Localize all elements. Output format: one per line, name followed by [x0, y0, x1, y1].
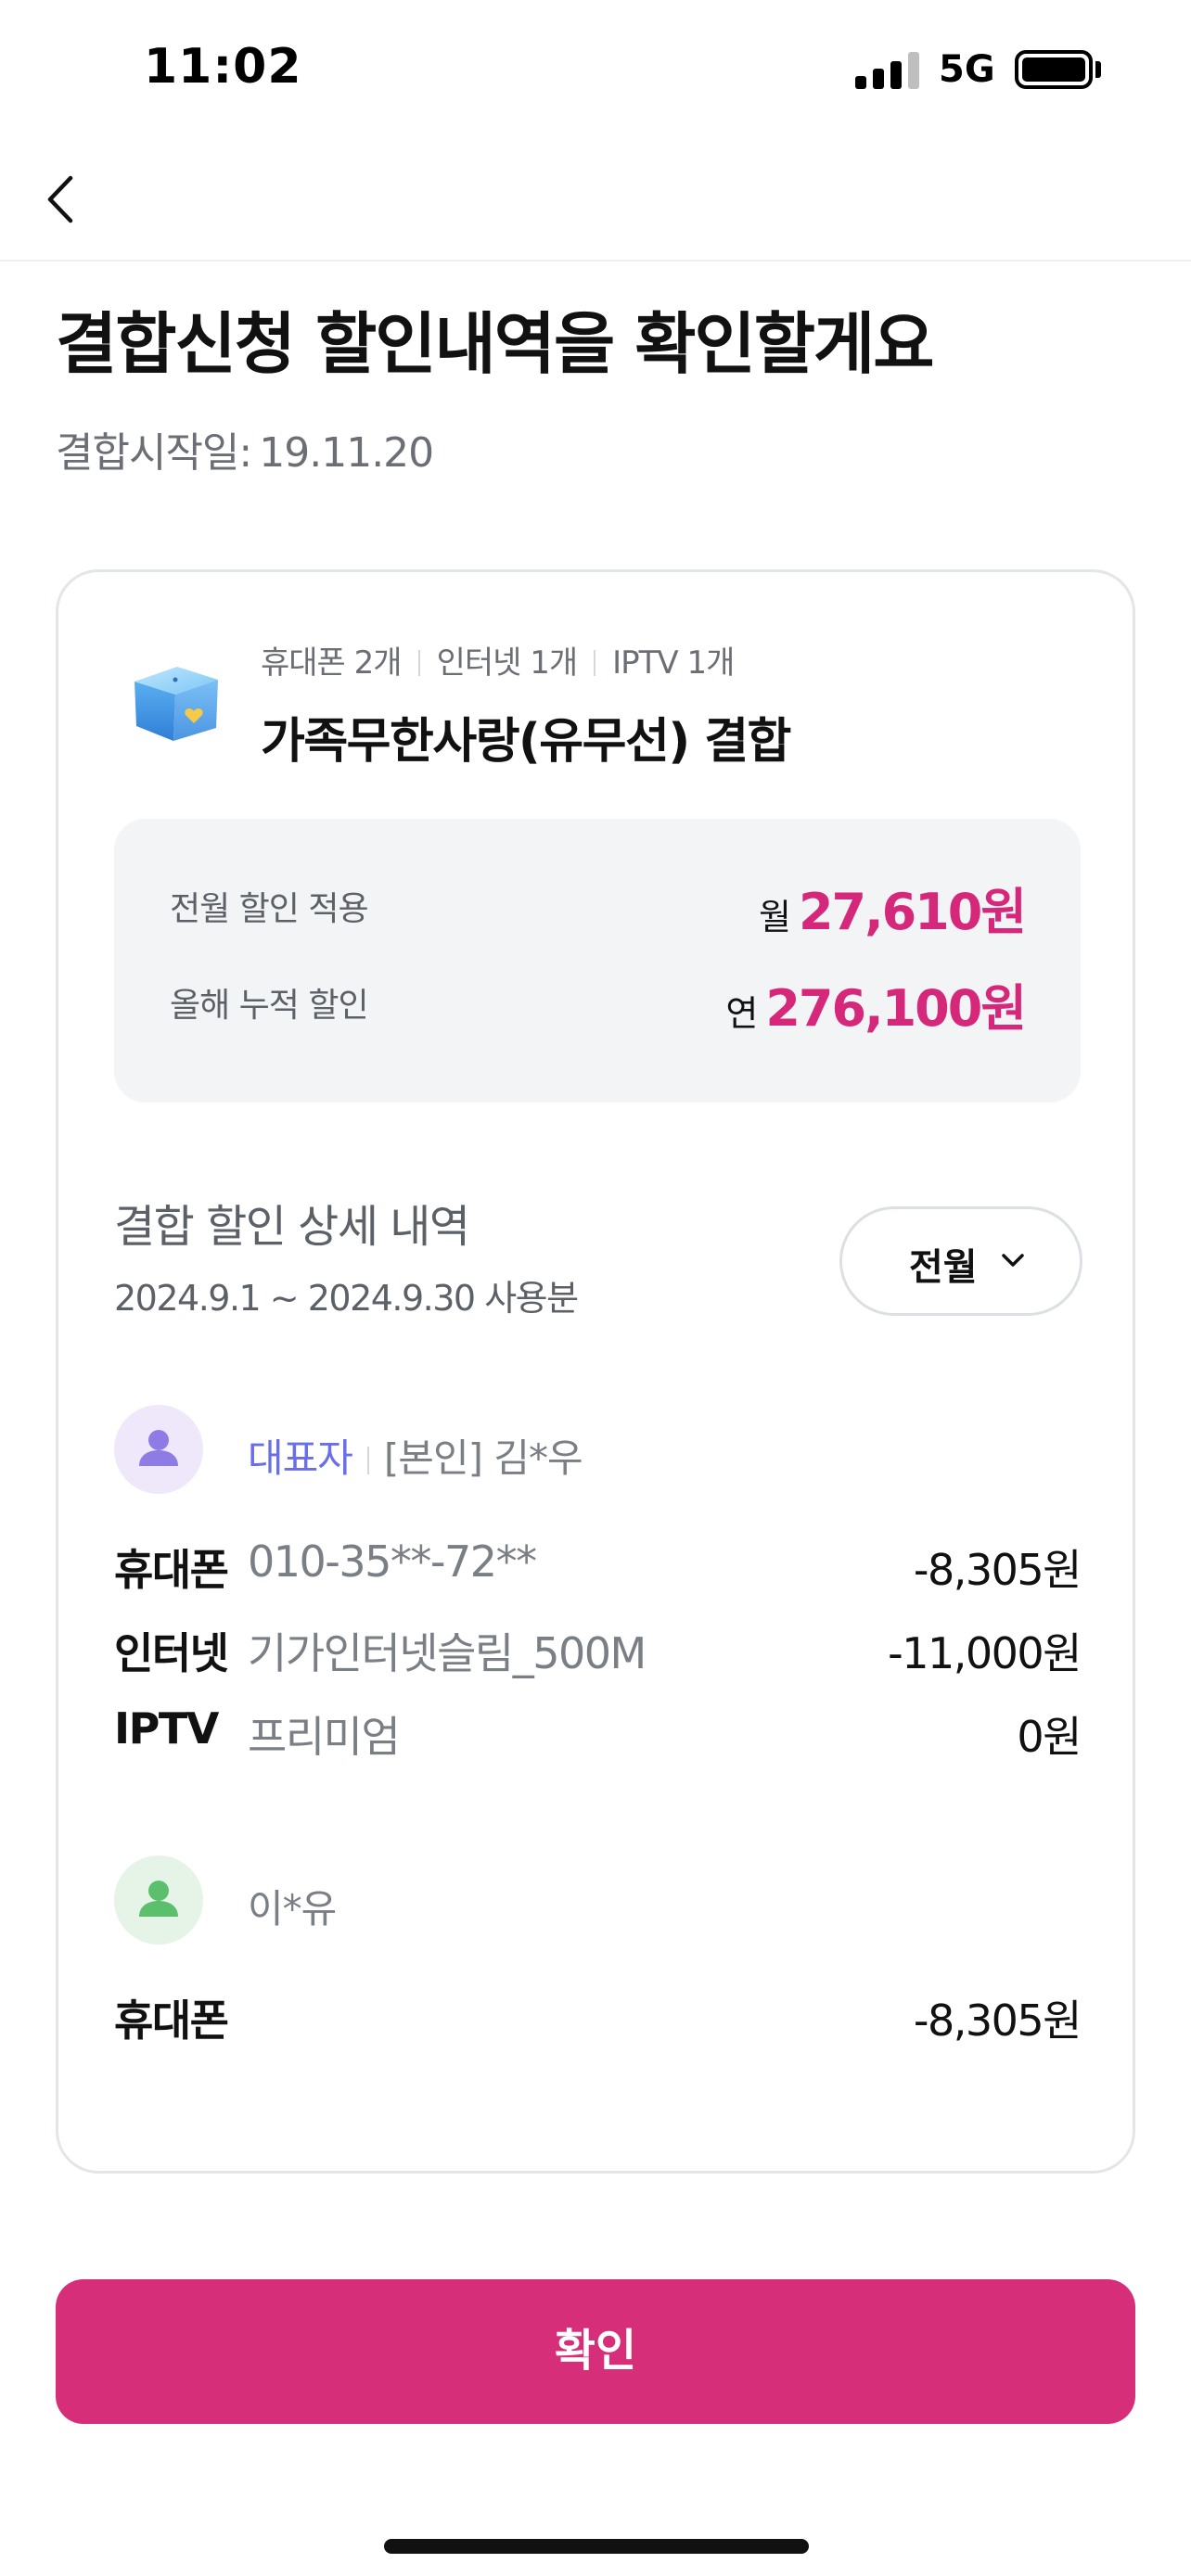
- detail-title: 결합 할인 상세 내역: [114, 1201, 470, 1253]
- summary-amount: 연 276,100원: [725, 967, 1027, 1040]
- person-icon: [139, 1881, 178, 1917]
- person-icon: [139, 1430, 178, 1466]
- bundle-tags: 휴대폰 2개 인터넷 1개 IPTV 1개: [261, 637, 735, 682]
- service-line: 인터넷 기가인터넷슬림_500M -11,000원: [114, 1611, 1082, 1678]
- avatar: [114, 1855, 203, 1945]
- service-desc: 프리미엄: [248, 1712, 401, 1762]
- gift-box-icon: [127, 654, 224, 750]
- service-line: IPTV 프리미엄 0원: [114, 1694, 1082, 1762]
- member-relation: [본인]: [383, 1435, 483, 1481]
- discount-summary: 전월 할인 적용 월 27,610원 올해 누적 할인 연 276,100원: [114, 819, 1081, 1103]
- start-date-label: 결합시작일:: [56, 429, 252, 477]
- avatar: [114, 1405, 203, 1494]
- chevron-down-icon: [1002, 1254, 1024, 1267]
- member-name: 김*우: [493, 1435, 583, 1481]
- page-title: 결합신청 할인내역을 확인할게요: [56, 305, 934, 383]
- confirm-button[interactable]: 확인: [56, 2279, 1135, 2424]
- service-desc: 010-35**-72**: [248, 1537, 537, 1587]
- service-line: 휴대폰 -8,305원: [114, 1978, 1082, 2046]
- summary-row-yearly: 올해 누적 할인 연 276,100원: [170, 967, 1027, 1038]
- summary-value: 27,610원: [798, 883, 1027, 941]
- bundle-card: 휴대폰 2개 인터넷 1개 IPTV 1개 가족무한사랑(유무선) 결합 전월 할인…: [56, 569, 1135, 2174]
- tag-internet: 인터넷 1개: [436, 644, 579, 682]
- summary-value: 276,100원: [765, 979, 1027, 1038]
- nav-bar: [0, 139, 1191, 261]
- summary-amount: 월 27,610원: [758, 871, 1027, 944]
- service-desc: 기가인터넷슬림_500M: [248, 1628, 647, 1678]
- battery-tip: [1095, 61, 1101, 78]
- service-discount: -11,000원: [888, 1628, 1082, 1678]
- start-date-value: 19.11.20: [259, 429, 434, 477]
- member-header: 이*유: [248, 1878, 337, 1934]
- summary-label: 전월 할인 적용: [170, 890, 369, 928]
- member-header: 대표자 [본인] 김*우: [248, 1427, 583, 1484]
- battery-icon: [1015, 50, 1093, 89]
- service-discount: -8,305원: [913, 1996, 1082, 2046]
- month-select-label: 전월: [909, 1246, 978, 1289]
- summary-label: 올해 누적 할인: [170, 987, 369, 1025]
- service-type: IPTV: [114, 1703, 219, 1753]
- service-discount: 0원: [1017, 1712, 1082, 1762]
- tag-iptv: IPTV 1개: [612, 644, 735, 682]
- chevron-left-icon[interactable]: [37, 167, 93, 232]
- bundle-name: 가족무한사랑(유무선) 결합: [261, 714, 791, 770]
- member-name: 이*유: [248, 1886, 337, 1932]
- status-time: 11:02: [144, 39, 302, 95]
- summary-unit: 연: [725, 993, 759, 1034]
- member-role: 대표자: [248, 1435, 353, 1481]
- summary-row-monthly: 전월 할인 적용 월 27,610원: [170, 871, 1027, 941]
- network-type: 5G: [939, 48, 995, 91]
- signal-icon: [855, 52, 920, 89]
- tag-phone: 휴대폰 2개: [261, 644, 403, 682]
- service-type: 휴대폰: [114, 1996, 229, 2046]
- service-type: 인터넷: [114, 1628, 229, 1678]
- confirm-label: 확인: [554, 2327, 637, 2376]
- start-date: 결합시작일: 19.11.20: [56, 419, 434, 478]
- service-discount: -8,305원: [913, 1545, 1082, 1595]
- service-type: 휴대폰: [114, 1545, 229, 1595]
- service-line: 휴대폰 010-35**-72** -8,305원: [114, 1527, 1082, 1595]
- status-bar: 11:02 5G: [0, 0, 1191, 139]
- usage-period: 2024.9.1 ~ 2024.9.30 사용분: [114, 1278, 579, 1319]
- month-select-button[interactable]: 전월: [839, 1206, 1082, 1316]
- home-indicator: [384, 2539, 809, 2554]
- summary-unit: 월: [758, 897, 791, 937]
